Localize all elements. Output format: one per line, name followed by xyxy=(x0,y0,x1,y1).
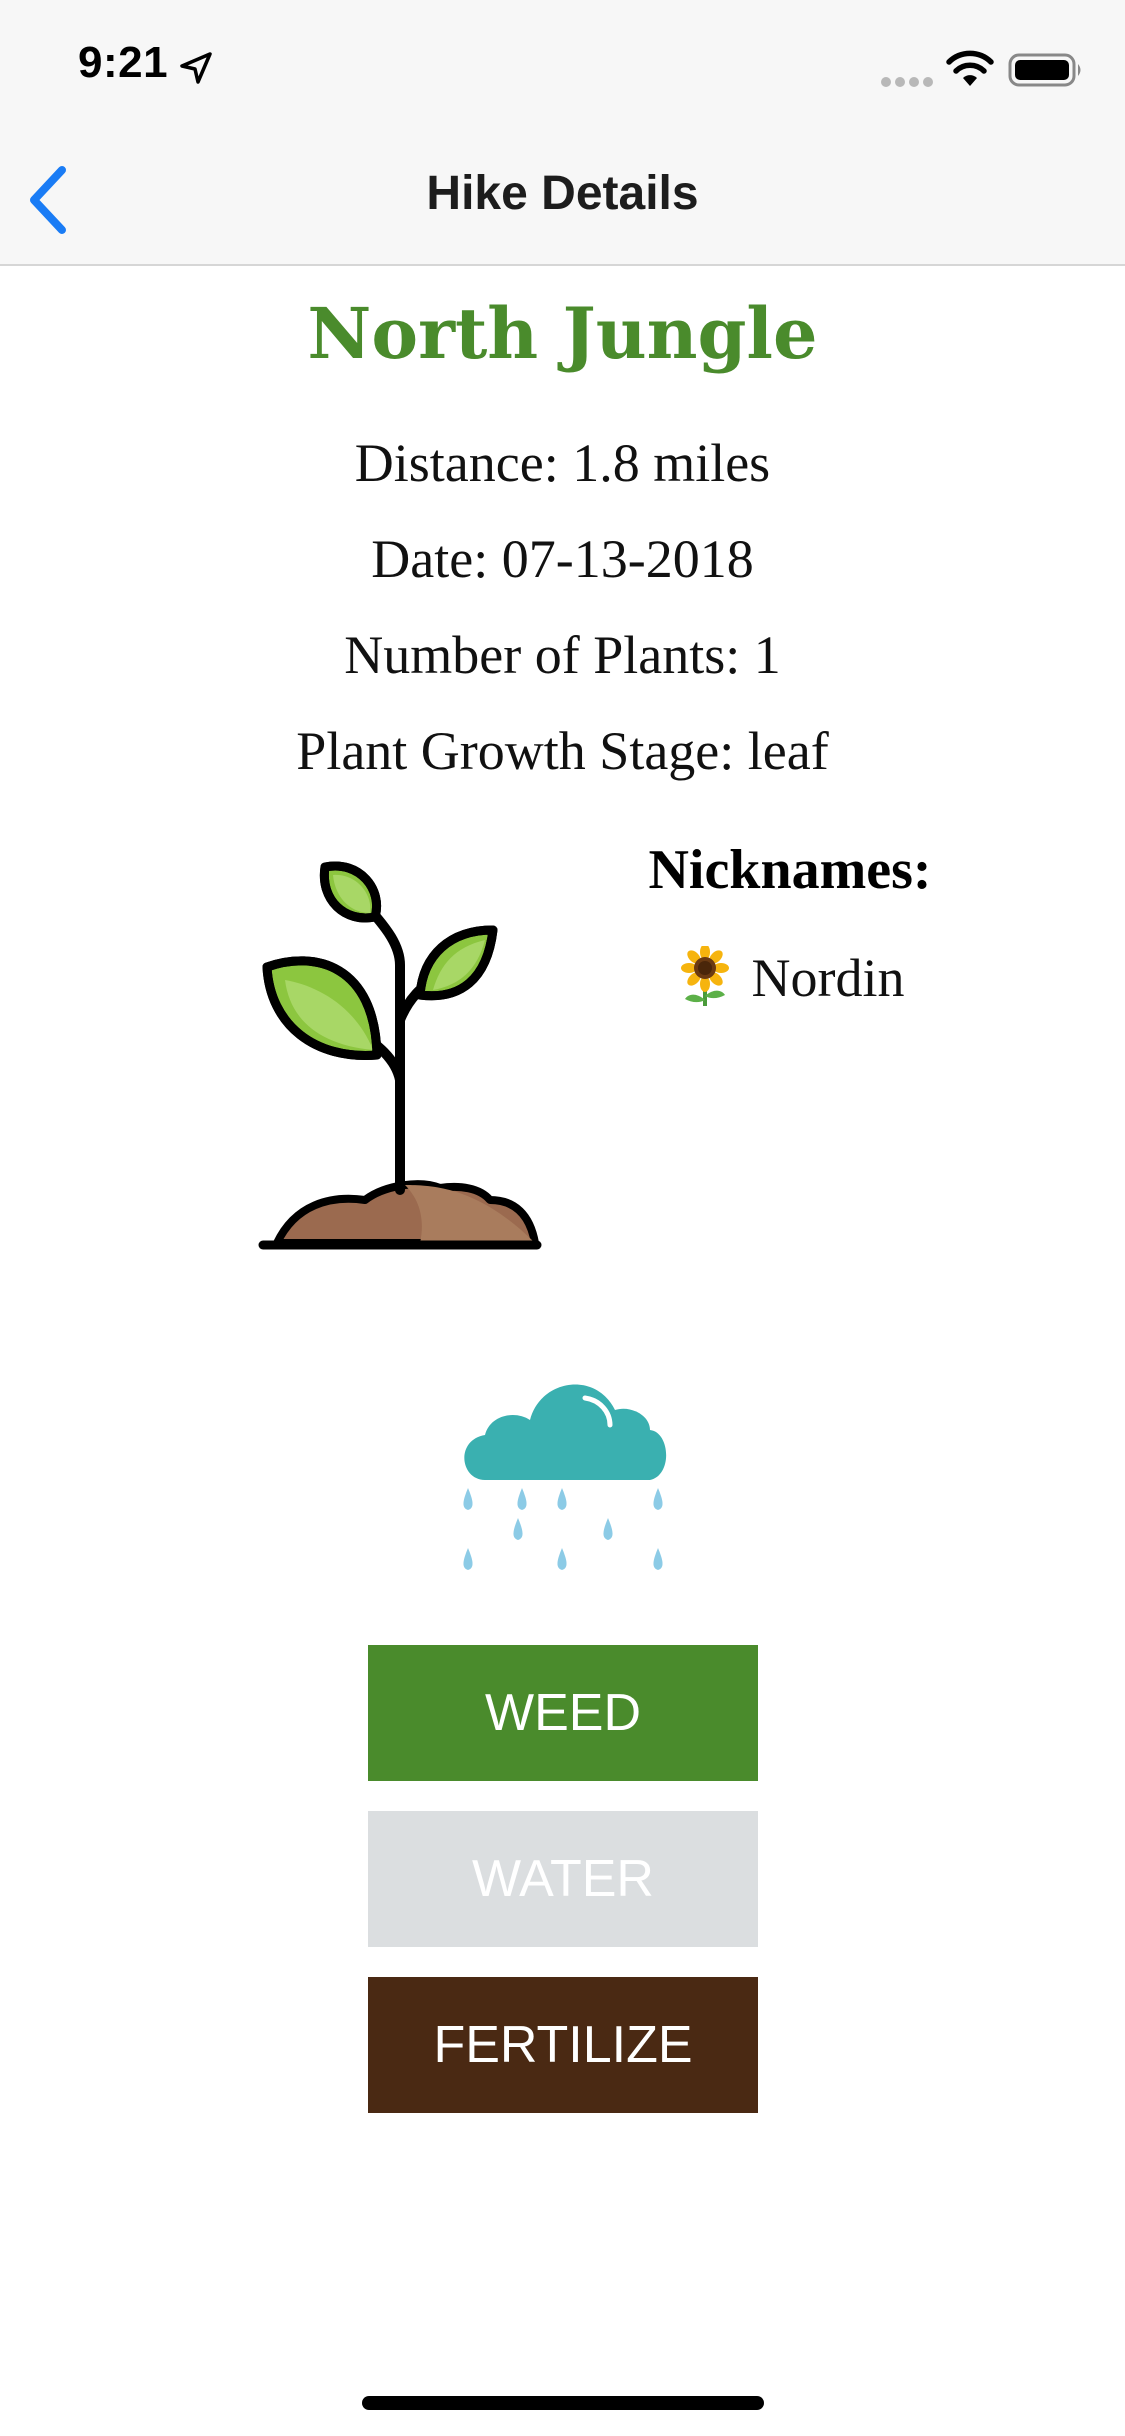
location-arrow-icon xyxy=(180,52,212,84)
hike-details-screen: 9:21 Hike Details North Jungle Distance:… xyxy=(0,0,1125,2436)
page-title: Hike Details xyxy=(426,167,699,220)
hike-distance: Distance: 1.8 miles xyxy=(354,433,771,493)
wifi-icon xyxy=(946,50,994,86)
weed-button[interactable]: WEED xyxy=(368,1645,758,1781)
home-indicator[interactable] xyxy=(362,2396,764,2410)
nickname-item: Nordin xyxy=(600,946,980,1009)
sunflower-icon xyxy=(680,946,729,1006)
nickname-label: Nordin xyxy=(751,948,905,1008)
status-time: 9:21 xyxy=(78,38,169,87)
navigation-header xyxy=(0,0,1125,266)
water-button[interactable]: WATER xyxy=(368,1811,758,1947)
nicknames-heading: Nicknames: xyxy=(648,839,932,901)
hike-date: Date: 07-13-2018 xyxy=(371,529,754,589)
hike-plant-count: Number of Plants: 1 xyxy=(344,625,781,685)
cellular-signal-icon xyxy=(881,77,933,87)
sprout-plant-icon xyxy=(258,861,542,1250)
hike-growth-stage: Plant Growth Stage: leaf xyxy=(296,721,829,781)
battery-icon xyxy=(1008,53,1081,87)
rain-cloud-icon xyxy=(463,1384,667,1570)
hike-name: North Jungle xyxy=(307,292,818,375)
fertilize-button[interactable]: FERTILIZE xyxy=(368,1977,758,2113)
